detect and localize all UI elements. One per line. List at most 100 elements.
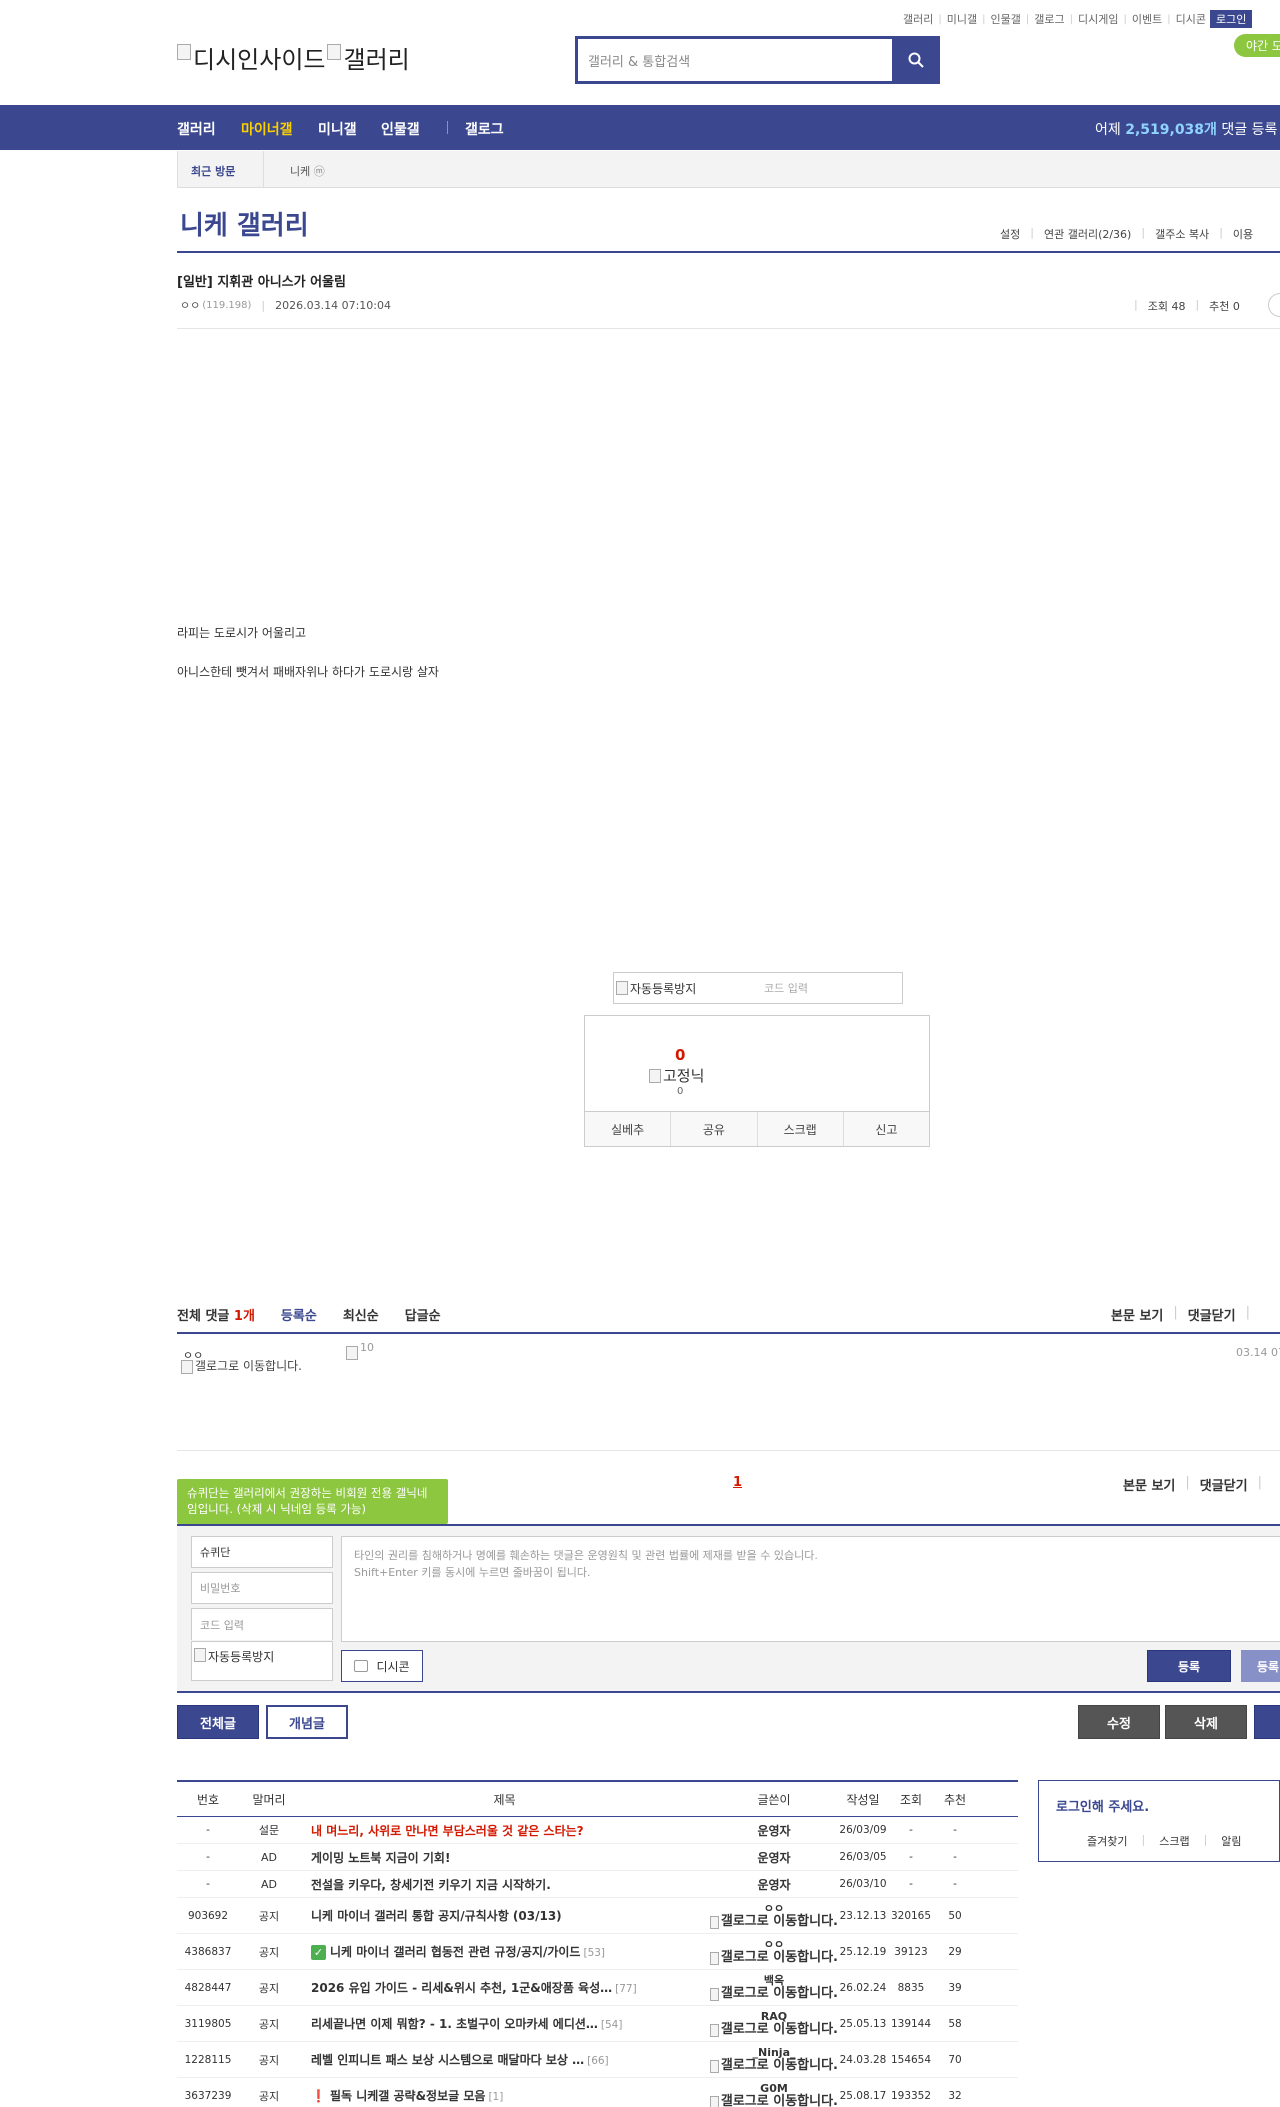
reply-count[interactable]: [54]: [601, 2019, 623, 2031]
writer-nick[interactable]: 운영자: [757, 1878, 790, 1892]
gallog-link[interactable]: 갤로그로 이동합니다.: [710, 2059, 838, 2073]
recent-item-nikke[interactable]: 니케 ⓜ: [290, 163, 325, 179]
table-row[interactable]: 3119805 공지 리세끝나면 이제 뭐함? - 1. 초벌구이 오마카세 에디션…: [177, 2006, 1018, 2042]
table-row[interactable]: - AD 게이밍 노트북 지금이 기회! 운영자 26/03/05 - -: [177, 1844, 1018, 1871]
row-title-link[interactable]: 전설을 키우다, 창세기전 키우기 지금 시작하기.: [299, 1876, 710, 1893]
comment-gallog-link[interactable]: 갤로그로 이동합니다.: [181, 1360, 320, 1374]
sort-latest[interactable]: 최신순: [343, 1305, 379, 1324]
post-author[interactable]: ㅇㅇ: [180, 297, 200, 313]
gallog-link[interactable]: 갤로그로 이동합니다.: [710, 2095, 838, 2107]
nav-item-minor-gallery[interactable]: 마이너갤: [241, 119, 293, 139]
post-title-text: 리세끝나면 이제 뭐함? - 1. 초벌구이 오마카세 에디션…: [311, 2017, 598, 2031]
table-row[interactable]: - AD 전설을 키우다, 창세기전 키우기 지금 시작하기. 운영자 26/03/10…: [177, 1871, 1018, 1898]
code-input[interactable]: 코드 입력: [191, 1608, 333, 1640]
gallog-link[interactable]: 갤로그로 이동합니다.: [710, 1951, 838, 1965]
related-gallery-link[interactable]: 연관 갤러리(2/36): [1044, 226, 1131, 242]
scrap-button[interactable]: 스크랩: [758, 1112, 844, 1146]
nav-item-mini-gallery[interactable]: 미니갤: [318, 119, 357, 139]
gallog-link[interactable]: 갤로그로 이동합니다.: [710, 1987, 838, 2001]
real-best-button[interactable]: 실베추: [585, 1112, 672, 1146]
fixed-nick-alt-text: 고정닉: [663, 1067, 705, 1085]
row-title-link[interactable]: 게이밍 노트북 지금이 기회!: [299, 1849, 710, 1866]
table-row[interactable]: 3637239 공지 ❗ 필독 니케갤 공략&정보글 모음 [1] G0M 갤로그로 이동합…: [177, 2078, 1018, 2107]
comment-page-1[interactable]: 1: [733, 1475, 742, 1490]
col-title: 제목: [493, 1792, 516, 1807]
fixed-nick-recommend-button[interactable]: 고정닉: [649, 1065, 704, 1086]
top-link-persongal[interactable]: 인물갤: [991, 11, 1021, 27]
table-row[interactable]: - 설문 내 며느리, 사위로 만나면 부담스러울 것 같은 스타는? 운영자 26/0…: [177, 1817, 1018, 1844]
top-link-gallery[interactable]: 갤러리: [903, 11, 933, 27]
notification-link[interactable]: 알림: [1221, 1833, 1241, 1849]
gallery-title[interactable]: 니케 갤러리: [180, 205, 309, 242]
table-row[interactable]: 903692 공지 니케 마이너 갤러리 통합 공지/규칙사항 (03/13) ㅇㅇ 갤…: [177, 1898, 1018, 1934]
top-link-dccon[interactable]: 디시콘: [1176, 11, 1206, 27]
password-input[interactable]: 비밀번호: [191, 1572, 333, 1604]
table-row[interactable]: 4828447 공지 2026 유입 가이드 - 리세&위시 추천, 1군&애장품 …: [177, 1970, 1018, 2006]
sort-registered[interactable]: 등록순: [281, 1305, 317, 1324]
writer-nick[interactable]: 운영자: [757, 1824, 790, 1838]
more-options-button[interactable]: [1268, 293, 1280, 317]
top-link-game[interactable]: 디시게임: [1078, 11, 1118, 27]
concept-posts-button[interactable]: 개념글: [266, 1705, 348, 1739]
reply-count[interactable]: [53]: [583, 1947, 605, 1959]
delete-button[interactable]: 삭제: [1165, 1705, 1247, 1739]
row-title-link[interactable]: ✓ 니케 마이너 갤러리 협동전 관련 규정/공지/가이드 [53]: [299, 1943, 710, 1960]
gallery-settings-link[interactable]: 설정: [1000, 226, 1020, 242]
site-logo[interactable]: 디시인사이드 갤러리: [177, 40, 410, 75]
post-body-line: 라피는 도로시가 어울리고: [177, 626, 307, 640]
reply-count[interactable]: [66]: [587, 2055, 609, 2067]
row-title-link[interactable]: 2026 유입 가이드 - 리세&위시 추천, 1군&애장품 육성… [77]: [299, 1979, 710, 1996]
view-body-link[interactable]: 본문 보기: [1111, 1305, 1163, 1324]
share-button[interactable]: 공유: [671, 1112, 758, 1146]
col-number: 번호: [196, 1792, 220, 1807]
nav-item-person-gallery[interactable]: 인물갤: [381, 119, 420, 139]
col-head[interactable]: 말머리: [239, 1791, 299, 1808]
nav-item-gallery[interactable]: 갤러리: [177, 119, 216, 139]
all-posts-button[interactable]: 전체글: [177, 1705, 259, 1739]
comment-submit-button[interactable]: 등록: [1147, 1650, 1231, 1682]
view-body-link-bottom[interactable]: 본문 보기: [1123, 1475, 1175, 1494]
row-title-link[interactable]: 리세끝나면 이제 뭐함? - 1. 초벌구이 오마카세 에디션… [54]: [299, 2015, 710, 2032]
comment-submit-alt-button[interactable]: 등록: [1241, 1650, 1280, 1682]
gallog-alt-text: 갤로그로 이동합니다.: [720, 1986, 838, 2001]
search-button[interactable]: [895, 39, 937, 81]
reply-count[interactable]: [77]: [615, 1983, 637, 1995]
exclamation-icon: ❗: [311, 2089, 326, 2103]
favorites-link[interactable]: 즐겨찾기: [1087, 1833, 1127, 1849]
writer-nick[interactable]: 운영자: [757, 1851, 790, 1865]
row-title-link[interactable]: ❗ 필독 니케갤 공략&정보글 모음 [1]: [299, 2087, 710, 2104]
usage-link[interactable]: 이용: [1233, 226, 1253, 242]
captcha-code-input[interactable]: 코드 입력: [764, 980, 902, 996]
reply-count[interactable]: [1]: [488, 2091, 503, 2103]
col-recommend: 추천: [943, 1792, 967, 1807]
nav-item-gallog[interactable]: 갤로그: [465, 119, 504, 139]
row-title-link[interactable]: 니케 마이너 갤러리 통합 공지/규칙사항 (03/13): [299, 1907, 710, 1924]
table-row[interactable]: 4386837 공지 ✓ 니케 마이너 갤러리 협동전 관련 규정/공지/가이드 [53…: [177, 1934, 1018, 1970]
top-link-minigal[interactable]: 미니갤: [947, 11, 977, 27]
report-button[interactable]: 신고: [844, 1112, 929, 1146]
top-link-event[interactable]: 이벤트: [1132, 11, 1162, 27]
sort-replies[interactable]: 답글순: [405, 1305, 441, 1324]
row-title-link[interactable]: 레벨 인피니트 패스 보상 시스템으로 매달마다 보상 … [66]: [299, 2051, 710, 2068]
scrap-link[interactable]: 스크랩: [1159, 1833, 1189, 1849]
comment-textarea[interactable]: 타인의 권리를 침해하거나 명예를 훼손하는 댓글은 운영원칙 및 관련 법률에…: [341, 1536, 1280, 1642]
copy-address-link[interactable]: 갤주소 복사: [1155, 226, 1209, 242]
row-title-link[interactable]: 내 며느리, 사위로 만나면 부담스러울 것 같은 스타는?: [299, 1822, 710, 1839]
gallog-link[interactable]: 갤로그로 이동합니다.: [710, 2023, 838, 2037]
night-mode-button[interactable]: 야간 모드: [1234, 34, 1280, 57]
table-row[interactable]: 1228115 공지 레벨 인피니트 패스 보상 시스템으로 매달마다 보상 … [6…: [177, 2042, 1018, 2078]
row-number: 4386837: [184, 1945, 232, 1958]
close-comments-link[interactable]: 댓글닫기: [1188, 1305, 1236, 1324]
login-prompt[interactable]: 로그인해 주세요.: [1056, 1796, 1149, 1815]
login-button[interactable]: 로그인: [1209, 10, 1253, 28]
close-comments-link-bottom[interactable]: 댓글닫기: [1200, 1475, 1248, 1494]
gallog-link[interactable]: 갤로그로 이동합니다.: [710, 1915, 838, 1929]
top-link-gallog[interactable]: 갤로그: [1034, 11, 1064, 27]
nickname-input[interactable]: 슈퀴단: [191, 1536, 333, 1568]
dccon-button[interactable]: 디시콘: [341, 1650, 423, 1682]
write-button[interactable]: [1254, 1705, 1280, 1739]
edit-button[interactable]: 수정: [1078, 1705, 1160, 1739]
row-views: -: [909, 1824, 913, 1836]
broken-image-icon: [649, 1068, 661, 1083]
search-input[interactable]: 갤러리 & 통합검색: [578, 39, 895, 81]
